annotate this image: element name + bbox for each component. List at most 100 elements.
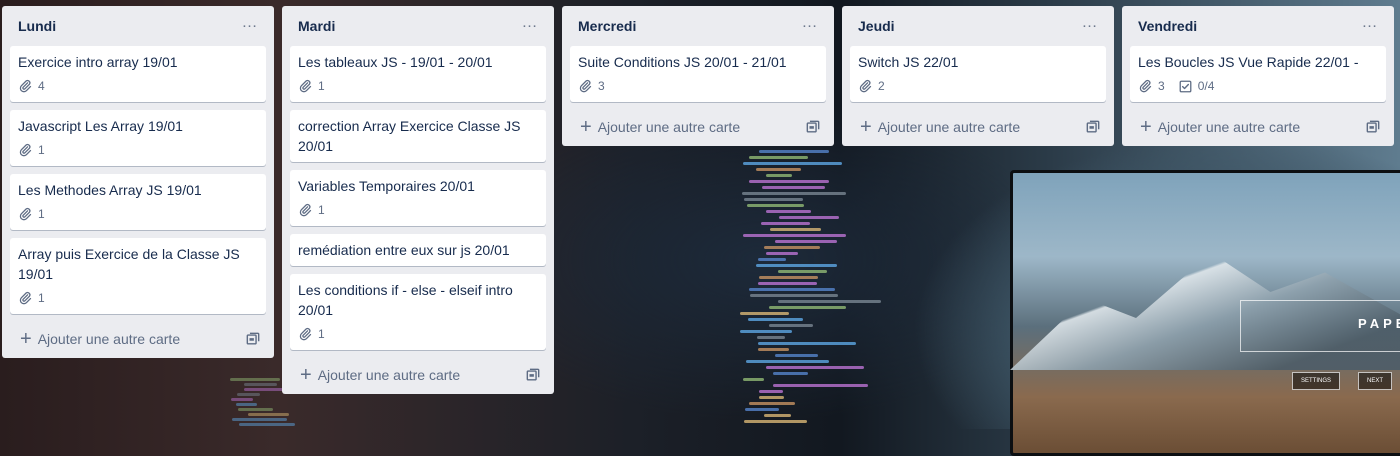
card-title: Exercice intro array 19/01: [18, 54, 178, 70]
add-card-button[interactable]: + Ajouter une autre carte: [860, 117, 1020, 137]
attachment-count: 2: [878, 79, 885, 93]
plus-icon: +: [300, 364, 312, 386]
attachment-badge: 1: [18, 143, 45, 157]
attachment-badge: 1: [298, 79, 325, 93]
card-template-icon[interactable]: [806, 120, 820, 134]
add-card-button[interactable]: + Ajouter une autre carte: [20, 329, 180, 349]
list-header: Mercredi …: [570, 6, 826, 46]
card[interactable]: Variables Temporaires 20/01 1: [290, 170, 546, 226]
card-badges: 3: [578, 76, 818, 96]
list-header: Mardi …: [290, 6, 546, 46]
attachment-count: 1: [318, 203, 325, 217]
card-title: Les Methodes Array JS 19/01: [18, 182, 202, 198]
card[interactable]: Switch JS 22/01 2: [850, 46, 1106, 102]
list-composer: + Ajouter une autre carte: [570, 108, 826, 146]
list-composer: + Ajouter une autre carte: [290, 356, 546, 394]
card[interactable]: Suite Conditions JS 20/01 - 21/01 3: [570, 46, 826, 102]
card-title: Array puis Exercice de la Classe JS 19/0…: [18, 246, 240, 282]
list-title[interactable]: Lundi: [18, 18, 56, 34]
card[interactable]: Les conditions if - else - elseif intro …: [290, 274, 546, 350]
list-mercredi: Mercredi … Suite Conditions JS 20/01 - 2…: [562, 6, 834, 146]
card-badges: 4: [18, 76, 258, 96]
list-menu-icon[interactable]: …: [518, 15, 542, 34]
add-card-label: Ajouter une autre carte: [317, 367, 461, 383]
paperclip-icon: [579, 79, 592, 93]
attachment-count: 1: [38, 207, 45, 221]
card[interactable]: Array puis Exercice de la Classe JS 19/0…: [10, 238, 266, 314]
card-template-icon[interactable]: [1366, 120, 1380, 134]
card-title: Les conditions if - else - elseif intro …: [298, 282, 513, 318]
checklist-progress: 0/4: [1197, 79, 1215, 93]
card[interactable]: Les Methodes Array JS 19/01 1: [10, 174, 266, 230]
add-card-label: Ajouter une autre carte: [37, 331, 181, 347]
card-template-icon[interactable]: [1086, 120, 1100, 134]
list-title[interactable]: Jeudi: [858, 18, 895, 34]
card-badges: 1: [298, 200, 538, 220]
list-title[interactable]: Vendredi: [1138, 18, 1197, 34]
attachment-badge: 1: [18, 207, 45, 221]
list-composer: + Ajouter une autre carte: [10, 320, 266, 358]
attachment-badge: 1: [298, 327, 325, 341]
list-header: Jeudi …: [850, 6, 1106, 46]
card[interactable]: correction Array Exercice Classe JS 20/0…: [290, 110, 546, 162]
list-header: Lundi …: [10, 6, 266, 46]
card-badges: 1: [18, 140, 258, 160]
attachment-badge: 3: [1138, 79, 1165, 93]
paperclip-icon: [19, 291, 32, 305]
card[interactable]: Javascript Les Array 19/01 1: [10, 110, 266, 166]
plus-icon: +: [1140, 116, 1152, 138]
paperclip-icon: [299, 327, 312, 341]
card[interactable]: Les tableaux JS - 19/01 - 20/01 1: [290, 46, 546, 102]
card-template-icon[interactable]: [526, 368, 540, 382]
card-title: correction Array Exercice Classe JS 20/0…: [298, 118, 521, 154]
list-title[interactable]: Mercredi: [578, 18, 636, 34]
list-jeudi: Jeudi … Switch JS 22/01 2 + Ajouter une a…: [842, 6, 1114, 146]
attachment-count: 1: [318, 327, 325, 341]
board-canvas: Lundi … Exercice intro array 19/01 4 Jav…: [0, 0, 1400, 429]
add-card-button[interactable]: + Ajouter une autre carte: [300, 365, 460, 385]
card-title: remédiation entre eux sur js 20/01: [298, 242, 510, 258]
list-composer: + Ajouter une autre carte: [1130, 108, 1386, 146]
card-title: Les Boucles JS Vue Rapide 22/01 -: [1138, 54, 1359, 70]
checklist-badge: 0/4: [1179, 79, 1215, 93]
add-card-label: Ajouter une autre carte: [597, 119, 741, 135]
attachment-count: 3: [1158, 79, 1165, 93]
paperclip-icon: [19, 79, 32, 93]
attachment-badge: 2: [858, 79, 885, 93]
list-menu-icon[interactable]: …: [1358, 15, 1382, 34]
paperclip-icon: [19, 143, 32, 157]
add-card-button[interactable]: + Ajouter une autre carte: [1140, 117, 1300, 137]
attachment-badge: 1: [298, 203, 325, 217]
list-menu-icon[interactable]: …: [1078, 15, 1102, 34]
list-vendredi: Vendredi … Les Boucles JS Vue Rapide 22/…: [1122, 6, 1394, 146]
paperclip-icon: [19, 207, 32, 221]
card-badges: 1: [18, 288, 258, 308]
checklist-icon: [1179, 80, 1192, 92]
attachment-count: 1: [38, 143, 45, 157]
card[interactable]: remédiation entre eux sur js 20/01: [290, 234, 546, 266]
list-mardi: Mardi … Les tableaux JS - 19/01 - 20/01 …: [282, 6, 554, 394]
card-badges: 1: [298, 324, 538, 344]
list-header: Vendredi …: [1130, 6, 1386, 46]
list-menu-icon[interactable]: …: [238, 15, 262, 34]
list-menu-icon[interactable]: …: [798, 15, 822, 34]
plus-icon: +: [20, 328, 32, 350]
card-title: Switch JS 22/01: [858, 54, 959, 70]
list-title[interactable]: Mardi: [298, 18, 335, 34]
paperclip-icon: [859, 79, 872, 93]
card[interactable]: Exercice intro array 19/01 4: [10, 46, 266, 102]
list-lundi: Lundi … Exercice intro array 19/01 4 Jav…: [2, 6, 274, 358]
card-title: Javascript Les Array 19/01: [18, 118, 183, 134]
paperclip-icon: [299, 79, 312, 93]
plus-icon: +: [860, 116, 872, 138]
card-title: Les tableaux JS - 19/01 - 20/01: [298, 54, 493, 70]
paperclip-icon: [299, 203, 312, 217]
attachment-badge: 4: [18, 79, 45, 93]
add-card-button[interactable]: + Ajouter une autre carte: [580, 117, 740, 137]
card-title: Suite Conditions JS 20/01 - 21/01: [578, 54, 787, 70]
card[interactable]: Les Boucles JS Vue Rapide 22/01 - 3 0/4: [1130, 46, 1386, 102]
card-template-icon[interactable]: [246, 332, 260, 346]
plus-icon: +: [580, 116, 592, 138]
add-card-label: Ajouter une autre carte: [877, 119, 1021, 135]
attachment-count: 3: [598, 79, 605, 93]
